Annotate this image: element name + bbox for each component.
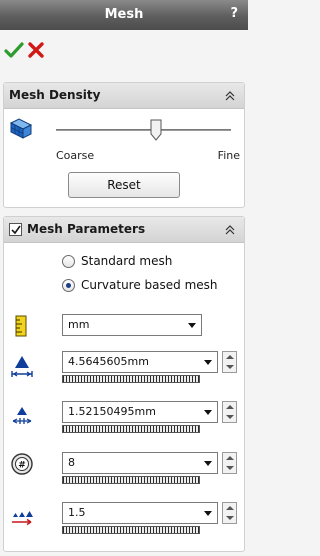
max-element-size-value: 4.5645605mm <box>68 355 149 368</box>
units-value: mm <box>68 318 90 331</box>
mesh-density-icon <box>9 118 33 139</box>
mesh-parameters-header[interactable]: Mesh Parameters <box>4 217 244 243</box>
checkmark-icon <box>4 42 24 58</box>
dropdown-arrow-icon[interactable] <box>204 511 212 516</box>
svg-text:#: # <box>18 461 26 471</box>
spin-up-icon[interactable] <box>226 355 234 359</box>
max-element-size-spinner[interactable] <box>222 351 237 373</box>
element-size-growth-ratio-icon <box>12 511 33 526</box>
collapse-chevron-icon[interactable] <box>224 223 236 237</box>
max-element-size-input[interactable]: 4.5645605mm <box>62 351 218 373</box>
growth-ratio-spinner[interactable] <box>222 502 237 524</box>
ruler-icon <box>15 315 27 337</box>
mesh-density-slider-thumb[interactable] <box>150 119 162 141</box>
units-select[interactable]: mm <box>62 314 202 336</box>
radio-button[interactable] <box>62 255 75 268</box>
panel-title: Mesh <box>104 7 144 22</box>
spin-up-icon[interactable] <box>226 405 234 409</box>
mesh-parameters-checkbox[interactable] <box>9 223 22 236</box>
ok-button[interactable] <box>3 39 25 61</box>
check-icon <box>11 225 21 235</box>
mesh-parameters-group: Mesh Parameters Standard mesh Curvature … <box>3 216 245 552</box>
max-element-size-icon <box>11 356 33 377</box>
mesh-parameters-title: Mesh Parameters <box>27 222 146 236</box>
spin-down-icon[interactable] <box>226 466 234 470</box>
fine-label: Fine <box>217 149 240 162</box>
dropdown-arrow-icon[interactable] <box>204 360 212 365</box>
collapse-chevron-icon[interactable] <box>224 89 236 103</box>
dropdown-arrow-icon[interactable] <box>204 461 212 466</box>
cancel-button[interactable] <box>25 39 47 61</box>
mesh-density-group: Mesh Density Coarse Fine Reset <box>3 82 245 208</box>
coarse-label: Coarse <box>56 149 95 162</box>
title-bar: Mesh ? <box>0 0 248 30</box>
help-button[interactable]: ? <box>230 6 238 21</box>
min-element-size-thumbwheel[interactable] <box>62 425 200 433</box>
growth-ratio-input[interactable]: 1.5 <box>62 502 218 524</box>
spin-up-icon[interactable] <box>226 506 234 510</box>
min-elements-in-circle-spinner[interactable] <box>222 452 237 474</box>
reset-button[interactable]: Reset <box>68 172 180 198</box>
spin-up-icon[interactable] <box>226 456 234 460</box>
growth-ratio-value: 1.5 <box>68 506 86 519</box>
dropdown-arrow-icon <box>188 323 196 328</box>
min-element-size-spinner[interactable] <box>222 401 237 423</box>
min-elements-in-circle-thumbwheel[interactable] <box>62 476 200 484</box>
action-bar <box>0 30 248 70</box>
mesh-density-header[interactable]: Mesh Density <box>4 83 244 109</box>
growth-ratio-thumbwheel[interactable] <box>62 526 200 534</box>
curvature-mesh-label: Curvature based mesh <box>81 278 218 292</box>
spin-down-icon[interactable] <box>226 415 234 419</box>
spin-down-icon[interactable] <box>226 365 234 369</box>
min-elements-in-circle-input[interactable]: 8 <box>62 452 218 474</box>
min-element-size-value: 1.52150495mm <box>68 405 156 418</box>
mesh-density-slider-track[interactable] <box>56 129 231 131</box>
close-icon <box>28 42 44 58</box>
standard-mesh-label: Standard mesh <box>81 254 173 268</box>
mesh-density-title: Mesh Density <box>9 88 101 102</box>
radio-button-selected[interactable] <box>62 279 75 292</box>
max-element-size-thumbwheel[interactable] <box>62 375 200 383</box>
dropdown-arrow-icon[interactable] <box>204 410 212 415</box>
min-element-size-icon <box>12 407 32 424</box>
min-element-size-input[interactable]: 1.52150495mm <box>62 401 218 423</box>
elements-in-circle-icon: # <box>11 453 33 475</box>
min-elements-in-circle-value: 8 <box>68 456 75 469</box>
spin-down-icon[interactable] <box>226 516 234 520</box>
